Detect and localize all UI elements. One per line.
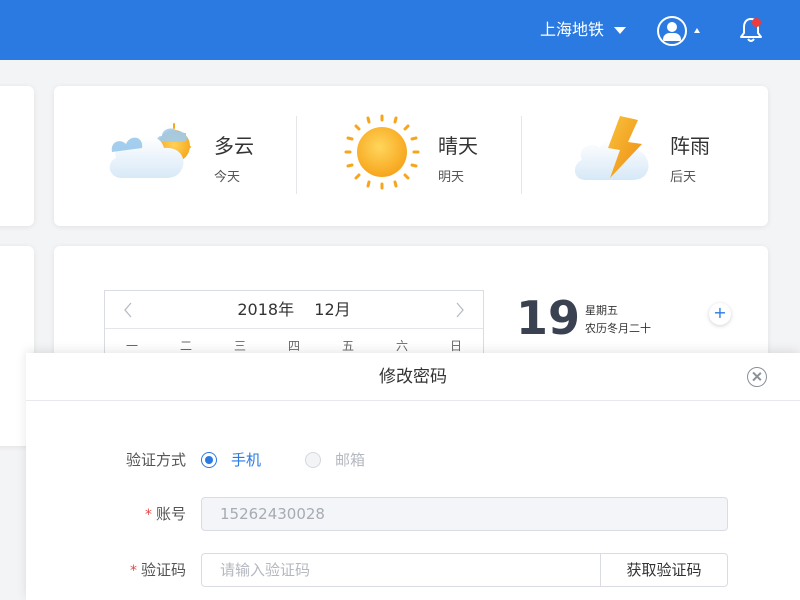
weather-today-name: 多云 — [214, 134, 254, 158]
code-label: * 验证码 — [130, 553, 186, 588]
dialog-title: 修改密码 — [379, 367, 447, 387]
lunar-date: 农历冬月二十 — [585, 322, 651, 335]
weather-divider — [296, 116, 297, 194]
thunder-shower-icon — [574, 116, 649, 180]
weather-day-after-day: 后天 — [670, 170, 697, 185]
city-selector[interactable]: 上海地铁 — [540, 18, 627, 42]
close-icon[interactable] — [747, 367, 767, 387]
notification-badge — [752, 18, 761, 27]
chevron-down-icon — [614, 26, 627, 34]
add-event-button[interactable]: + — [709, 303, 731, 325]
weather-tomorrow-day: 明天 — [438, 170, 465, 185]
bell-icon[interactable] — [738, 16, 764, 44]
account-input[interactable]: 15262430028 — [201, 497, 728, 531]
weather-card: 多云 今天 晴天 明天 阵雨 后天 — [54, 86, 768, 226]
radio-email[interactable]: 邮箱 — [305, 452, 365, 468]
weather-day-after-name: 阵雨 — [670, 134, 710, 158]
cloudy-icon — [109, 123, 191, 178]
chevron-left-icon[interactable] — [123, 302, 133, 318]
weather-today: 多云 今天 — [104, 114, 324, 198]
radio-phone[interactable]: 手机 — [201, 452, 261, 468]
weather-tomorrow: 晴天 明天 — [344, 114, 564, 198]
calendar-month[interactable]: 12月 — [314, 300, 350, 319]
dialog-header: 修改密码 — [26, 353, 800, 401]
selected-weekday: 星期五 — [585, 304, 618, 317]
account-label-text: 账号 — [155, 505, 186, 523]
verify-method-label: 验证方式 — [126, 443, 186, 477]
weather-today-day: 今天 — [214, 170, 241, 185]
account-label: * 账号 — [145, 497, 186, 532]
verify-method-row: 验证方式 手机 邮箱 — [26, 443, 800, 477]
account-row: * 账号 15262430028 — [26, 497, 800, 531]
calendar-year[interactable]: 2018年 — [237, 300, 294, 319]
radio-dot-icon — [305, 452, 321, 468]
calendar-header: 2018年 12月 — [105, 291, 483, 329]
radio-phone-label: 手机 — [231, 451, 262, 469]
get-code-button[interactable]: 获取验证码 — [601, 553, 728, 587]
chevron-right-icon[interactable] — [455, 302, 465, 318]
selected-day-number: 19 — [516, 291, 581, 345]
weather-divider — [521, 116, 522, 194]
required-mark: * — [144, 507, 152, 523]
weather-tomorrow-name: 晴天 — [438, 134, 478, 158]
user-circle-icon[interactable] — [657, 16, 687, 46]
code-input[interactable]: 请输入验证码 — [201, 553, 601, 587]
code-row: * 验证码 请输入验证码 获取验证码 — [26, 553, 800, 587]
weather-day-after: 阵雨 后天 — [572, 114, 792, 198]
city-label: 上海地铁 — [540, 20, 605, 39]
change-password-dialog: 修改密码 验证方式 手机 邮箱 * 账号 15262430028 * 验证码 请输入… — [26, 353, 800, 600]
caret-up-icon[interactable] — [694, 28, 700, 33]
radio-email-label: 邮箱 — [335, 451, 366, 469]
verify-method-label-text: 验证方式 — [125, 451, 186, 469]
left-card-top — [0, 86, 34, 226]
required-mark: * — [129, 563, 137, 579]
radio-dot-icon — [201, 452, 217, 468]
top-bar: 上海地铁 — [0, 0, 800, 60]
code-label-text: 验证码 — [140, 561, 186, 579]
sunny-icon — [344, 114, 420, 190]
